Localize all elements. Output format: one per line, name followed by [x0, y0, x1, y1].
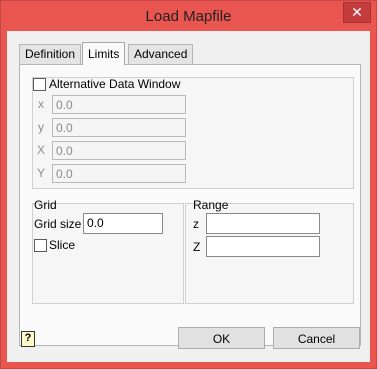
range-title: Range — [193, 198, 229, 212]
close-button[interactable]: ✕ — [343, 2, 371, 23]
tab-definition[interactable]: Definition — [19, 44, 82, 64]
y-max-field[interactable]: 0.0 — [52, 164, 186, 183]
y-max-label: Y — [37, 166, 46, 180]
y-min-field[interactable]: 0.0 — [52, 118, 186, 137]
close-icon: ✕ — [351, 4, 363, 20]
z-max-input[interactable] — [206, 236, 320, 257]
alt-window-label: Alternative Data Window — [49, 77, 181, 91]
slice-checkbox[interactable] — [34, 239, 47, 252]
dialog-body: Definition Limits Advanced Alternative D… — [7, 31, 370, 362]
cancel-button[interactable]: Cancel — [273, 327, 360, 349]
z-max-label: Z — [193, 240, 201, 254]
y-min-label: y — [38, 120, 44, 134]
alt-window-checkbox[interactable] — [33, 78, 46, 91]
limits-panel: Alternative Data Window x 0.0 y 0.0 X 0.… — [19, 64, 361, 346]
ok-button[interactable]: OK — [178, 327, 265, 349]
slice-label: Slice — [49, 238, 76, 252]
tab-advanced[interactable]: Advanced — [128, 44, 194, 64]
grid-title: Grid — [34, 198, 57, 212]
z-min-input[interactable] — [206, 213, 320, 234]
x-max-field[interactable]: 0.0 — [52, 141, 186, 160]
dialog-window: Load Mapfile ✕ Definition Limits Advance… — [0, 0, 377, 369]
title-bar[interactable]: Load Mapfile ✕ — [1, 1, 376, 31]
grid-size-label: Grid size — [34, 217, 82, 231]
x-max-label: X — [37, 143, 46, 157]
z-min-label: z — [193, 217, 199, 231]
x-min-field[interactable]: 0.0 — [52, 95, 186, 114]
x-min-label: x — [38, 97, 44, 111]
window-title: Load Mapfile — [145, 8, 232, 25]
help-icon[interactable]: ? — [21, 331, 35, 347]
tab-limits[interactable]: Limits — [82, 42, 126, 65]
grid-size-input[interactable]: 0.0 — [83, 213, 163, 234]
